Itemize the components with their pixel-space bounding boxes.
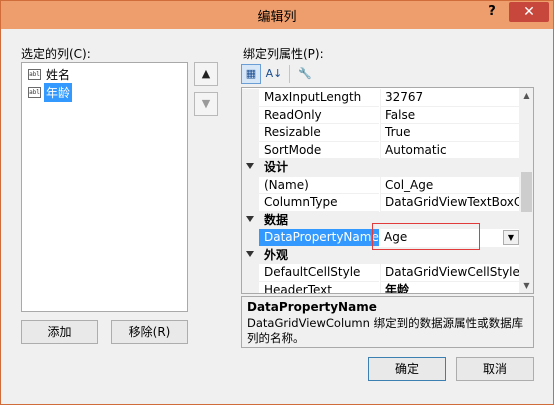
property-row[interactable]: ReadOnly False [242, 106, 519, 124]
property-name: ColumnType [259, 194, 379, 212]
title-bar[interactable]: 编辑列 ? ✕ [1, 1, 553, 29]
textbox-column-icon: abl [28, 69, 41, 80]
list-item[interactable]: abl 姓名 [28, 66, 72, 83]
property-row[interactable]: ColumnType DataGridViewTextBoxColu [242, 194, 519, 212]
collapse-triangle-icon[interactable] [246, 250, 254, 257]
toolbar-divider [289, 65, 290, 83]
move-down-button[interactable]: ▼ [194, 92, 218, 116]
description-title: DataPropertyName [247, 300, 377, 314]
property-grid-toolbar: ▦ A↓ 🔧 [241, 64, 315, 86]
row-gutter [242, 176, 259, 194]
property-grid[interactable]: MaxInputLength 32767 ReadOnly False Resi… [241, 87, 534, 294]
property-row[interactable]: DefaultCellStyle DataGridViewCellStyle {… [242, 264, 519, 282]
property-value[interactable]: DataGridViewTextBoxColu [380, 194, 519, 212]
remove-button[interactable]: 移除(R) [111, 320, 188, 344]
property-row[interactable]: SortMode Automatic [242, 141, 519, 159]
property-value[interactable]: 年龄 [380, 281, 519, 293]
row-gutter [242, 141, 259, 159]
row-gutter [242, 124, 259, 142]
category-label: 设计 [264, 160, 289, 174]
description-body: DataGridViewColumn 绑定到的数据源属性或数据库列的名称。 [247, 316, 524, 345]
cancel-button[interactable]: 取消 [456, 357, 534, 381]
property-name: Resizable [259, 124, 379, 142]
textbox-column-icon: abl [28, 87, 41, 98]
property-grid-scrollbar[interactable]: ▲ ▼ [519, 88, 533, 293]
property-name: DefaultCellStyle [259, 264, 379, 282]
property-name: ReadOnly [259, 107, 379, 124]
categorized-icon[interactable]: ▦ [241, 64, 261, 84]
property-value[interactable]: DataGridViewCellStyle { } [380, 264, 519, 282]
selected-columns-list[interactable]: abl 姓名 abl 年龄 [21, 62, 188, 312]
highlight-annotation-box [372, 223, 480, 250]
add-button[interactable]: 添加 [21, 320, 98, 344]
category-label: 数据 [264, 212, 289, 227]
row-gutter [242, 89, 259, 107]
selected-columns-label: 选定的列(C): [21, 47, 91, 61]
property-name: HeaderText [259, 282, 379, 294]
collapse-triangle-icon[interactable] [246, 163, 254, 169]
scroll-up-icon[interactable]: ▲ [519, 88, 533, 103]
alphabetical-sort-icon[interactable]: A↓ [264, 64, 284, 84]
scrollbar-thumb[interactable] [521, 172, 532, 212]
collapse-triangle-icon[interactable] [246, 215, 254, 222]
column-name: 姓名 [46, 68, 71, 82]
property-value[interactable]: Col_Age [380, 176, 519, 194]
property-name: DataPropertyName [259, 229, 379, 247]
dropdown-arrow-icon[interactable]: ▼ [503, 230, 519, 245]
row-gutter [242, 281, 259, 293]
property-row[interactable]: MaxInputLength 32767 [242, 89, 519, 107]
category-row-design[interactable]: 设计 [242, 159, 519, 177]
list-item[interactable]: abl 年龄 [28, 83, 73, 102]
row-gutter [242, 264, 259, 282]
bound-column-properties-label: 绑定列属性(P): [243, 47, 324, 61]
property-description-panel: DataPropertyName DataGridViewColumn 绑定到的… [241, 296, 534, 348]
property-value[interactable]: True [380, 124, 519, 142]
property-value[interactable]: False [380, 106, 519, 124]
dialog-title: 编辑列 [257, 10, 297, 25]
ok-button[interactable]: 确定 [368, 357, 446, 381]
move-up-button[interactable]: ▲ [194, 62, 218, 86]
property-pages-wrench-icon[interactable]: 🔧 [295, 64, 315, 84]
property-row[interactable]: Resizable True [242, 124, 519, 142]
scroll-down-icon[interactable]: ▼ [519, 278, 533, 293]
property-value[interactable]: Automatic [380, 141, 519, 159]
property-row[interactable]: (Name) Col_Age [242, 176, 519, 194]
property-name: (Name) [259, 177, 379, 194]
row-gutter [242, 106, 259, 124]
category-label: 外观 [264, 247, 289, 262]
edit-columns-dialog: 编辑列 ? ✕ 选定的列(C): abl 姓名 abl 年龄 ▲ ▼ 添加 移除… [0, 0, 554, 405]
close-button[interactable]: ✕ [509, 2, 549, 22]
help-button[interactable]: ? [477, 3, 507, 23]
property-name: MaxInputLength [259, 89, 379, 107]
column-name: 年龄 [44, 83, 73, 102]
row-gutter [242, 229, 259, 247]
property-name: SortMode [259, 142, 379, 159]
row-gutter [242, 194, 259, 212]
property-value[interactable]: 32767 [380, 89, 519, 107]
property-row[interactable]: HeaderText 年龄 [242, 281, 519, 294]
